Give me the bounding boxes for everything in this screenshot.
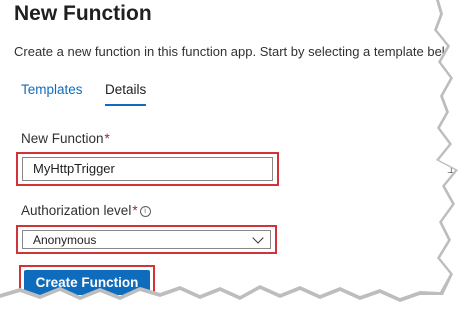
active-tab-indicator (105, 104, 146, 106)
page-title: New Function (14, 2, 152, 25)
authorization-level-label-text: Authorization level (21, 203, 132, 218)
authorization-level-dropdown[interactable]: Anonymous (22, 230, 271, 249)
required-asterisk: * (104, 131, 110, 146)
new-function-panel: New Function Create a new function in th… (0, 0, 455, 298)
tab-templates[interactable]: Templates (21, 82, 83, 97)
function-name-input[interactable]: MyHttpTrigger (22, 157, 273, 181)
page-subtitle: Create a new function in this function a… (14, 44, 452, 59)
function-name-label: New Function* (21, 131, 110, 146)
authorization-level-selected: Anonymous (33, 233, 97, 247)
tab-details[interactable]: Details (105, 82, 146, 97)
info-icon[interactable]: i (139, 206, 151, 217)
authorization-level-label: Authorization level* i (21, 203, 151, 218)
screenshot-stage: New Function Create a new function in th… (0, 0, 474, 321)
required-asterisk: * (132, 203, 138, 218)
function-name-label-text: New Function (21, 131, 104, 146)
chevron-down-icon (252, 232, 264, 244)
